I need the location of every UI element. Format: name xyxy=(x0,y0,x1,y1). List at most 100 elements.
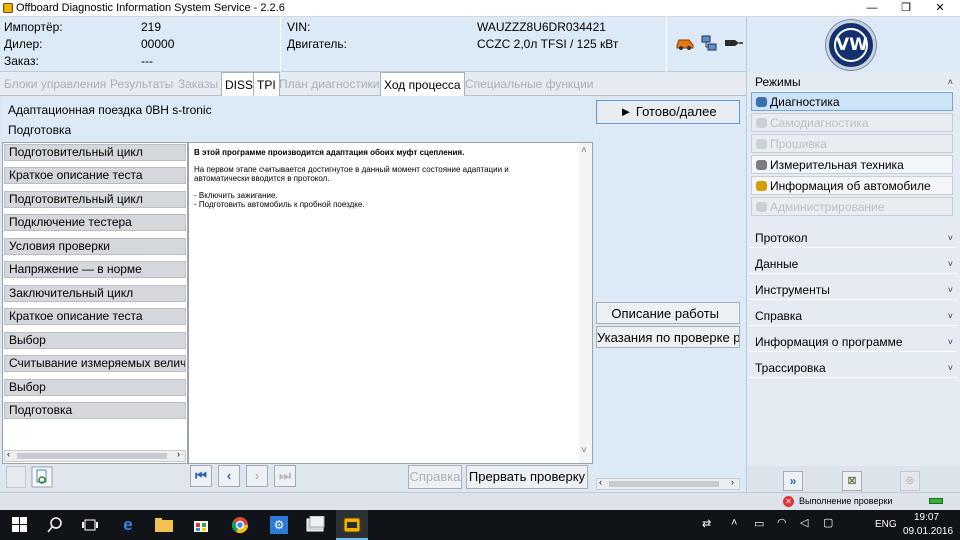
modes-header[interactable]: Режимы ˄ xyxy=(749,72,957,92)
list-item[interactable]: Выбор xyxy=(4,379,186,396)
mode-item-flashing[interactable]: Прошивка xyxy=(751,134,953,153)
first-step-button[interactable]: ⏮ xyxy=(190,465,212,487)
section-tools[interactable]: Инструменты ˅ xyxy=(749,280,957,300)
expand-panel-icon[interactable]: » xyxy=(783,471,803,491)
section-label: Данные xyxy=(755,257,799,271)
instruction-vscrollbar[interactable]: ˄ ˅ xyxy=(579,143,592,463)
minimize-button[interactable]: — xyxy=(856,0,888,17)
input-language[interactable]: ENG xyxy=(875,519,897,530)
expand-icon[interactable]: ˅ xyxy=(948,306,953,326)
document-search-icon[interactable] xyxy=(31,466,53,488)
edge-icon[interactable]: e xyxy=(109,510,147,540)
section-help[interactable]: Справка ˅ xyxy=(749,306,957,326)
exit-icon[interactable]: ⊗ xyxy=(900,471,920,491)
flashing-icon xyxy=(756,139,767,149)
vehicle-header xyxy=(0,17,746,72)
windows-start-icon[interactable] xyxy=(12,517,28,533)
self-diagnosis-icon xyxy=(756,118,767,128)
tab-results[interactable]: Результаты xyxy=(107,72,176,96)
section-about[interactable]: Информация о программе ˅ xyxy=(749,332,957,352)
list-item[interactable]: Выбор xyxy=(4,332,186,349)
file-explorer-icon[interactable] xyxy=(155,518,173,532)
clock-date[interactable]: 09.01.2016 xyxy=(903,526,953,537)
settings-icon[interactable]: ⚙ xyxy=(270,516,288,534)
mode-item-measurement[interactable]: Измерительная техника xyxy=(751,155,953,174)
chevron-up-icon[interactable]: ˄ xyxy=(731,517,737,529)
notifications-icon[interactable]: ▢ xyxy=(823,516,833,529)
battery-icon[interactable]: ▭ xyxy=(754,517,764,530)
section-protocol[interactable]: Протокол ˅ xyxy=(749,228,957,248)
importer-label: Импортёр: xyxy=(4,20,63,34)
importer-value: 219 xyxy=(141,20,162,34)
logo-text: VW xyxy=(834,28,868,62)
scroll-thumb[interactable] xyxy=(17,453,167,459)
expand-icon[interactable]: ˅ xyxy=(948,332,953,352)
list-item[interactable]: Краткое описание теста xyxy=(4,167,186,184)
ready-next-button[interactable]: ► Готово/далее xyxy=(596,100,740,124)
last-step-button[interactable]: ⏭ xyxy=(274,465,296,487)
task-view-icon[interactable] xyxy=(82,518,98,532)
steps-hscrollbar[interactable]: ‹ › xyxy=(4,449,186,462)
mode-item-diagnostics[interactable]: Диагностика xyxy=(751,92,953,111)
scroll-up-icon[interactable]: ˄ xyxy=(581,145,587,156)
window-mode-icon[interactable]: ⊠ xyxy=(842,471,862,491)
list-item[interactable]: Напряжение — в норме xyxy=(4,261,186,278)
list-item[interactable]: Краткое описание теста xyxy=(4,308,186,325)
section-tracing[interactable]: Трассировка ˅ xyxy=(749,358,957,378)
next-step-button[interactable]: › xyxy=(246,465,268,487)
help-button[interactable]: Справка xyxy=(408,465,462,489)
close-button[interactable]: ✕ xyxy=(924,0,956,17)
mode-item-self-diagnosis[interactable]: Самодиагностика xyxy=(751,113,953,132)
tab-diss[interactable]: DISS xyxy=(221,72,258,96)
chrome-icon[interactable] xyxy=(231,516,249,534)
scroll-left-icon[interactable]: ‹ xyxy=(7,449,10,459)
previous-step-button[interactable]: ‹ xyxy=(218,465,240,487)
list-item[interactable]: Подготовка xyxy=(4,402,186,419)
tab-process[interactable]: Ход процесса xyxy=(380,72,465,96)
scroll-right-icon[interactable]: › xyxy=(731,477,734,487)
connector-icon[interactable] xyxy=(723,36,743,50)
section-data[interactable]: Данные ˅ xyxy=(749,254,957,274)
dealer-value: 00000 xyxy=(141,37,175,51)
list-item[interactable]: Подготовительный цикл xyxy=(4,144,186,161)
list-item[interactable]: Считывание измеряемых величин xyxy=(4,355,186,372)
expand-icon[interactable]: ˅ xyxy=(948,358,953,378)
expand-icon[interactable]: ˅ xyxy=(948,228,953,248)
expand-icon[interactable]: ˅ xyxy=(948,280,953,300)
wifi-icon[interactable]: ◠ xyxy=(777,516,787,529)
clock-time[interactable]: 19:07 xyxy=(914,512,939,523)
scroll-down-icon[interactable]: ˅ xyxy=(581,445,587,456)
list-item[interactable]: Подключение тестера xyxy=(4,214,186,231)
test-hints-button[interactable]: Указания по проверке ра xyxy=(596,326,740,348)
mode-item-vehicle-info[interactable]: Информация об автомобиле xyxy=(751,176,953,195)
tab-special-functions[interactable]: Специальные функции xyxy=(462,72,597,96)
people-icon[interactable]: ⇄ xyxy=(702,517,711,530)
mode-item-label: Информация об автомобиле xyxy=(770,179,931,193)
list-item[interactable]: Подготовительный цикл xyxy=(4,191,186,208)
abort-test-button[interactable]: Прервать проверку xyxy=(466,465,588,489)
scroll-right-icon[interactable]: › xyxy=(177,449,180,459)
tab-control-units[interactable]: Блоки управления xyxy=(1,72,109,96)
car-icon[interactable] xyxy=(675,36,695,50)
window-title-bar: Offboard Diagnostic Information System S… xyxy=(0,0,960,17)
list-item[interactable]: Условия проверки xyxy=(4,238,186,255)
restore-button[interactable]: ❐ xyxy=(890,0,922,17)
collapse-icon[interactable]: ˄ xyxy=(948,72,953,92)
odis-taskbar-button[interactable] xyxy=(336,510,368,540)
tab-orders[interactable]: Заказы xyxy=(175,72,221,96)
volume-icon[interactable]: ◁ xyxy=(800,516,808,529)
tab-diagnostic-plan[interactable]: План диагностики xyxy=(276,72,382,96)
print-icon[interactable] xyxy=(6,466,26,488)
list-item[interactable]: Заключительный цикл xyxy=(4,285,186,302)
job-description-button[interactable]: Описание работы xyxy=(596,302,740,324)
search-icon[interactable] xyxy=(47,517,63,533)
store-icon[interactable] xyxy=(193,517,209,533)
scroll-left-icon[interactable]: ‹ xyxy=(599,477,602,487)
action-hscrollbar[interactable]: ‹ › xyxy=(596,477,740,490)
network-icon[interactable] xyxy=(700,34,718,52)
app-window-icon[interactable] xyxy=(306,516,326,534)
mode-item-administration[interactable]: Администрирование xyxy=(751,197,953,216)
expand-icon[interactable]: ˅ xyxy=(948,254,953,274)
scroll-thumb[interactable] xyxy=(609,481,719,487)
instruction-heading: В этой программе производится адаптация … xyxy=(194,148,465,157)
